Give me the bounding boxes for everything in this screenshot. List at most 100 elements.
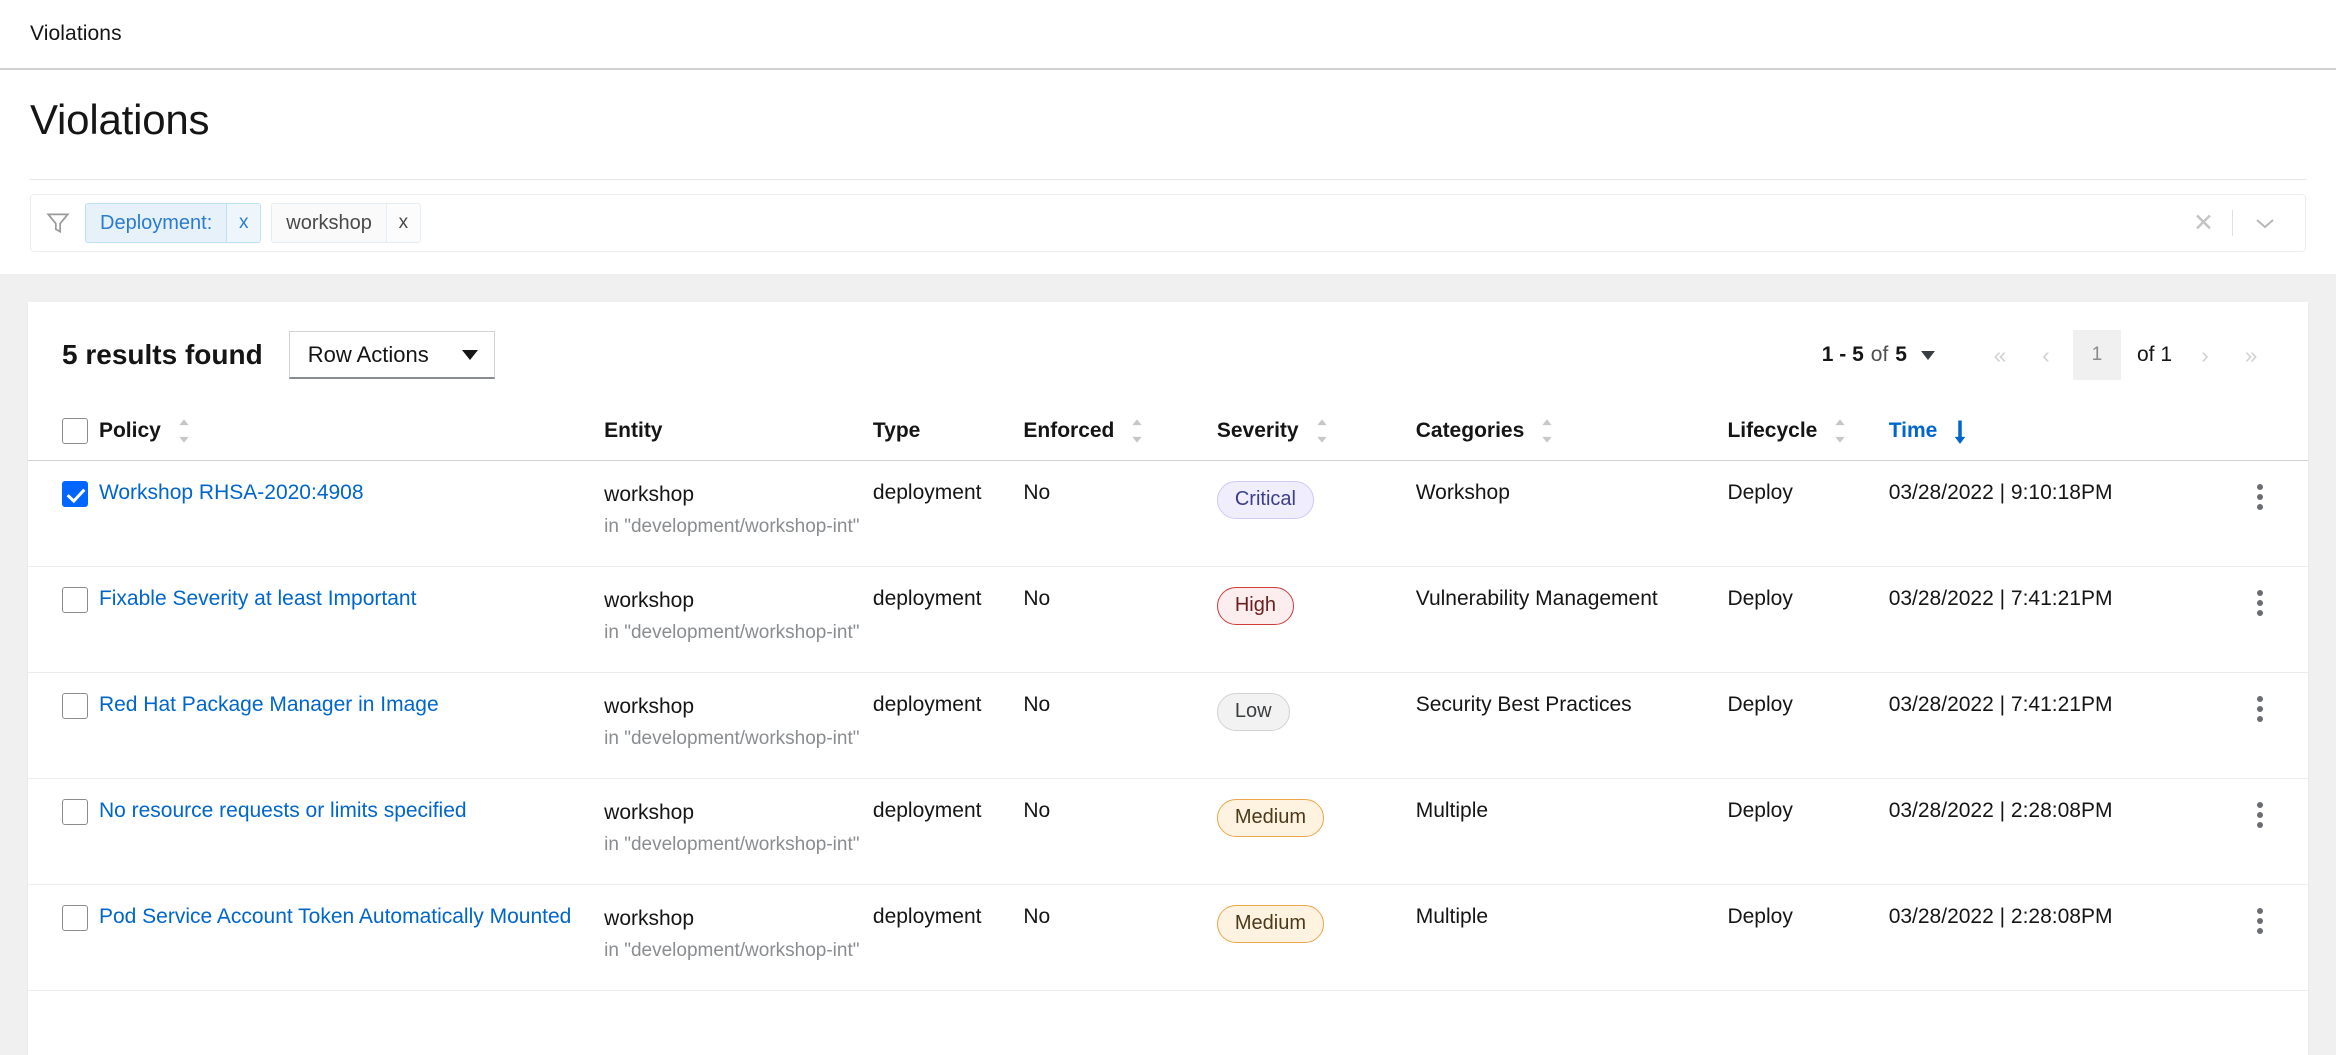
- previous-page-button[interactable]: ‹: [2023, 332, 2069, 378]
- header-time-label: Time: [1888, 419, 1938, 442]
- cell-severity: Low: [1216, 672, 1416, 779]
- pagination-range-total: 5: [1895, 343, 1907, 366]
- table-row[interactable]: Fixable Severity at least Important work…: [28, 566, 2308, 673]
- clear-all-filters-icon[interactable]: ✕: [2175, 210, 2232, 236]
- cell-categories: Multiple: [1415, 778, 1728, 885]
- row-checkbox[interactable]: [62, 798, 88, 825]
- policy-link[interactable]: No resource requests or limits specified: [99, 799, 467, 822]
- header-policy[interactable]: Policy: [98, 402, 605, 461]
- header-lifecycle[interactable]: Lifecycle: [1727, 402, 1889, 461]
- policy-link[interactable]: Red Hat Package Manager in Image: [99, 693, 439, 716]
- cell-lifecycle: Deploy: [1727, 778, 1889, 885]
- header-entity-label: Entity: [604, 419, 663, 442]
- filter-chip-deployment-remove-icon[interactable]: x: [226, 204, 261, 242]
- entity-name: workshop: [604, 800, 695, 824]
- table-header-row: Policy Entity Type Enforced Severity Cat…: [28, 402, 2308, 461]
- sort-descending-icon[interactable]: [1953, 418, 1967, 444]
- filter-chip-deployment[interactable]: Deployment: x: [85, 203, 262, 243]
- cell-time: 03/28/2022 | 2:28:08PM: [1888, 778, 2212, 885]
- pagination-options-caret-down-icon[interactable]: [1920, 350, 1935, 360]
- row-checkbox[interactable]: [62, 692, 88, 719]
- cell-entity: workshop in "development/workshop-int": [604, 460, 873, 567]
- cell-time: 03/28/2022 | 7:41:21PM: [1888, 672, 2212, 779]
- policy-link[interactable]: Workshop RHSA-2020:4908: [99, 481, 364, 504]
- header-time[interactable]: Time: [1888, 402, 2212, 461]
- severity-badge: Critical: [1216, 481, 1314, 519]
- current-page-input[interactable]: [2072, 330, 2121, 380]
- filter-chip-workshop[interactable]: workshop x: [271, 203, 421, 243]
- row-select-cell: [28, 672, 99, 779]
- cell-policy: Pod Service Account Token Automatically …: [98, 884, 605, 991]
- table-row[interactable]: Pod Service Account Token Automatically …: [28, 884, 2308, 991]
- sort-both-icon[interactable]: [177, 418, 191, 444]
- caret-down-icon: [461, 349, 478, 360]
- header-enforced-label: Enforced: [1023, 419, 1115, 442]
- total-pages-label: of 1: [2136, 343, 2172, 366]
- pagination-range-of: of: [1870, 343, 1889, 366]
- cell-entity: workshop in "development/workshop-int": [604, 884, 873, 991]
- pagination-range-prefix: 1 - 5: [1821, 343, 1864, 366]
- next-page-button[interactable]: ›: [2182, 332, 2228, 378]
- breadcrumb-item-violations[interactable]: Violations: [30, 22, 122, 46]
- cell-type: deployment: [872, 566, 1024, 673]
- cell-severity: Critical: [1216, 460, 1416, 567]
- filter-chip-group: Deployment: x workshop x: [85, 203, 421, 243]
- first-page-button[interactable]: «: [1977, 332, 2023, 378]
- entity-namespace: in "development/workshop-int": [604, 622, 860, 644]
- row-checkbox[interactable]: [62, 481, 88, 507]
- cell-type: deployment: [872, 884, 1024, 991]
- cell-categories: Workshop: [1415, 460, 1728, 567]
- header-actions: [2211, 402, 2308, 461]
- cell-actions: [2211, 884, 2308, 991]
- kebab-menu-icon[interactable]: [2211, 693, 2308, 722]
- policy-link[interactable]: Fixable Severity at least Important: [99, 587, 416, 610]
- filter-toolbar-wrapper: Deployment: x workshop x ✕: [0, 180, 2336, 274]
- filter-controls: ✕: [2175, 210, 2295, 236]
- pager-controls: « ‹ of 1 › »: [1977, 330, 2274, 380]
- filter-chip-deployment-label: Deployment:: [100, 211, 213, 234]
- policy-link[interactable]: Pod Service Account Token Automatically …: [99, 905, 571, 928]
- severity-badge: High: [1216, 586, 1294, 625]
- cell-enforced: No: [1023, 460, 1217, 567]
- sort-both-icon[interactable]: [1833, 418, 1847, 444]
- table-row[interactable]: Workshop RHSA-2020:4908 workshop in "dev…: [28, 460, 2308, 567]
- entity-name: workshop: [604, 483, 695, 506]
- entity-namespace: in "development/workshop-int": [604, 516, 860, 538]
- last-page-button[interactable]: »: [2228, 332, 2274, 378]
- sort-both-icon[interactable]: [1130, 418, 1144, 444]
- row-actions-label: Row Actions: [307, 341, 429, 367]
- sort-both-icon[interactable]: [1315, 418, 1329, 444]
- select-all-checkbox[interactable]: [62, 418, 88, 444]
- header-severity-label: Severity: [1216, 419, 1299, 442]
- header-type: Type: [872, 402, 1024, 461]
- row-actions-dropdown[interactable]: Row Actions: [288, 331, 495, 379]
- filter-funnel-icon[interactable]: [45, 210, 73, 236]
- cell-policy: No resource requests or limits specified: [98, 778, 605, 885]
- filter-chip-workshop-label: workshop: [286, 211, 372, 234]
- kebab-menu-icon[interactable]: [2211, 587, 2308, 616]
- cell-policy: Fixable Severity at least Important: [98, 566, 605, 673]
- header-categories[interactable]: Categories: [1415, 402, 1728, 461]
- cell-time: 03/28/2022 | 7:41:21PM: [1888, 566, 2212, 673]
- cell-categories: Security Best Practices: [1415, 672, 1728, 779]
- header-enforced[interactable]: Enforced: [1023, 402, 1217, 461]
- kebab-menu-icon[interactable]: [2211, 481, 2308, 510]
- kebab-menu-icon[interactable]: [2211, 905, 2308, 934]
- row-checkbox[interactable]: [62, 586, 88, 613]
- entity-namespace: in "development/workshop-int": [604, 834, 860, 856]
- row-select-cell: [28, 884, 99, 991]
- table-row[interactable]: Red Hat Package Manager in Image worksho…: [28, 672, 2308, 779]
- header-severity[interactable]: Severity: [1216, 402, 1416, 461]
- filter-expand-chevron-down-icon[interactable]: [2233, 216, 2295, 230]
- row-checkbox[interactable]: [62, 904, 88, 931]
- cell-time: 03/28/2022 | 2:28:08PM: [1888, 884, 2212, 991]
- pagination-range[interactable]: 1 - 5 of 5: [1822, 343, 1935, 367]
- kebab-menu-icon[interactable]: [2211, 799, 2308, 828]
- cell-policy: Workshop RHSA-2020:4908: [98, 460, 605, 567]
- cell-type: deployment: [872, 672, 1024, 779]
- table-row[interactable]: No resource requests or limits specified…: [28, 778, 2308, 885]
- cell-severity: High: [1216, 566, 1416, 673]
- sort-both-icon[interactable]: [1540, 418, 1554, 444]
- cell-lifecycle: Deploy: [1727, 672, 1889, 779]
- filter-chip-workshop-remove-icon[interactable]: x: [385, 204, 420, 242]
